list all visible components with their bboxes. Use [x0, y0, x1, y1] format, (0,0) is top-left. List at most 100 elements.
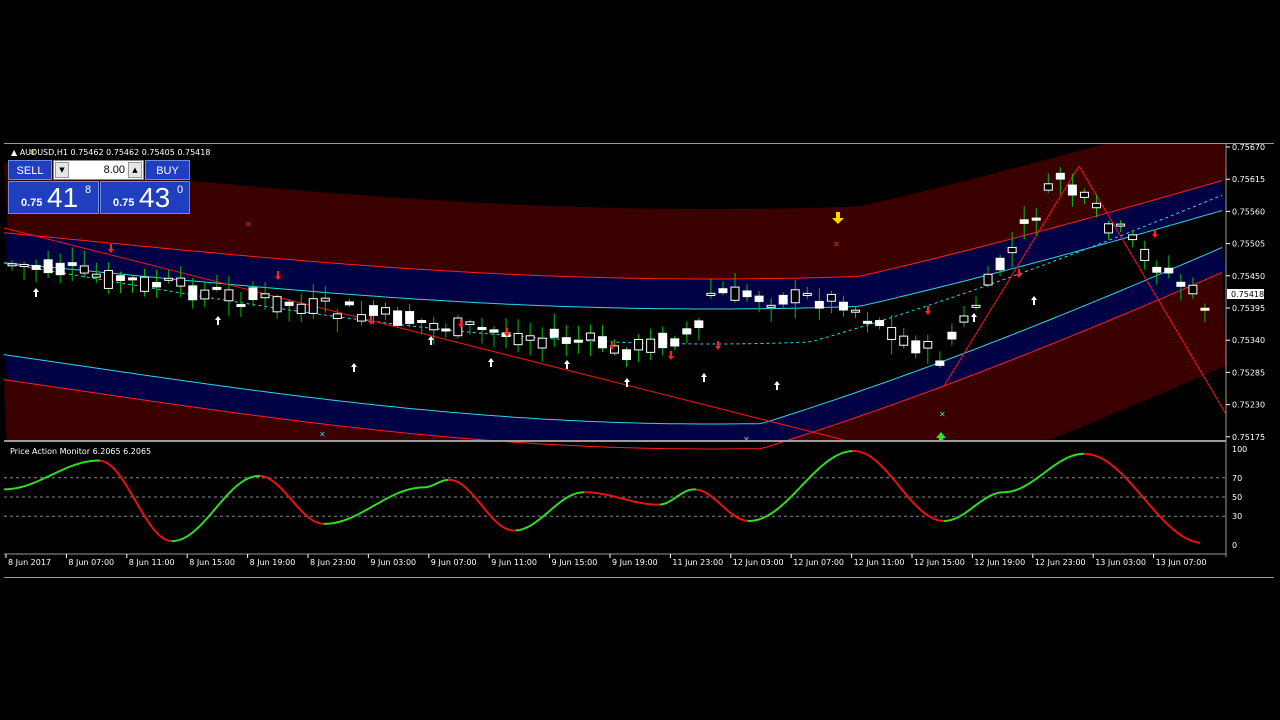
oscillator-segment — [71, 463, 77, 467]
oscillator-segment — [1087, 453, 1093, 456]
sell-button[interactable]: SELL — [8, 160, 52, 180]
candle-body — [1140, 248, 1150, 261]
candle-body — [308, 298, 318, 314]
chart-title: ▲ AUDUSD,H1 0.75462 0.75462 0.75405 0.75… — [11, 148, 210, 157]
oscillator-segment — [631, 500, 637, 503]
buy-arrow-icon — [1031, 296, 1037, 305]
candle-body — [959, 315, 969, 323]
oscillator-segment — [575, 491, 581, 495]
candle-body — [19, 263, 29, 267]
oscillator-segment — [607, 494, 613, 497]
candle-body — [1200, 307, 1210, 311]
candle-body — [995, 257, 1005, 271]
price-tick-label: 0.75670 — [1232, 144, 1265, 152]
chart-window[interactable]: ✕ ✕ ✕ ✕ ✕ ✕ 0.75670 0.75615 0.75560 0.75505 0.754… — [4, 143, 1274, 578]
candle-body — [1007, 246, 1017, 254]
oscillator-segment — [339, 519, 345, 523]
candle-body — [1188, 284, 1198, 295]
time-tick-label: 8 Jun 11:00 — [129, 558, 175, 567]
candle-body — [1104, 223, 1114, 234]
candle-body — [272, 296, 282, 313]
oscillator-segment — [75, 462, 81, 466]
candle-body — [814, 300, 824, 309]
ohlc-label: 0.75462 0.75462 0.75405 0.75418 — [70, 148, 210, 157]
oscillator-segment — [515, 528, 521, 532]
time-tick-label: 8 Jun 23:00 — [310, 558, 356, 567]
price-tick-label: 0.75340 — [1232, 336, 1265, 345]
candle-body — [393, 310, 403, 326]
candle-body — [790, 289, 800, 304]
candle-body — [103, 269, 113, 289]
oscillator-segment — [847, 449, 853, 453]
oscillator-segment — [247, 475, 253, 480]
candle-body — [7, 263, 17, 267]
cross-marker-icon: ✕ — [833, 240, 840, 249]
time-tick-label: 12 Jun 07:00 — [793, 558, 844, 567]
price-tick-label: 0.75395 — [1232, 304, 1265, 313]
oscillator-segment — [251, 475, 257, 478]
sell-arrow-icon — [668, 351, 674, 360]
candle-body — [188, 285, 198, 301]
oscillator-segment — [615, 496, 621, 500]
cross-marker-icon: ✕ — [743, 435, 750, 444]
candle-body — [91, 273, 101, 278]
buy-arrow-icon — [215, 316, 221, 325]
candle-body — [1067, 184, 1077, 196]
oscillator-segment — [439, 479, 445, 483]
buy-button[interactable]: BUY — [145, 160, 190, 180]
candle-body — [899, 335, 909, 346]
oscillator-segment — [519, 527, 525, 531]
symbol-label: AUDUSD,H1 — [20, 148, 68, 157]
candle-body — [296, 303, 306, 314]
candle-body — [766, 304, 776, 308]
lot-decrease-button[interactable]: ▼ — [55, 162, 69, 178]
time-tick-label: 8 Jun 15:00 — [189, 558, 235, 567]
oscillator-segment — [23, 484, 29, 488]
lot-increase-button[interactable]: ▲ — [128, 162, 142, 178]
cross-marker-icon: ✕ — [319, 430, 326, 439]
candle-body — [887, 326, 897, 340]
oscillator-segment — [19, 485, 25, 489]
oscillator-segment — [175, 538, 181, 542]
candle-body — [1031, 217, 1041, 221]
candle-body — [320, 297, 330, 302]
oscillator-segment — [1195, 541, 1201, 544]
buy-price-big: 43 — [139, 182, 171, 213]
time-tick-label: 12 Jun 23:00 — [1035, 558, 1086, 567]
sell-arrow-icon — [715, 341, 721, 350]
sell-price-box[interactable]: 0.75 41 8 — [8, 181, 99, 214]
oscillator-segment — [635, 501, 641, 504]
oscillator-segment — [639, 501, 645, 505]
oscillator-segment — [743, 519, 749, 522]
oscillator-segment — [11, 487, 17, 490]
candle-body — [742, 290, 752, 298]
buy-arrow-icon — [774, 381, 780, 390]
cross-marker-icon: ✕ — [245, 220, 252, 229]
oscillator-segment — [995, 491, 1001, 495]
lot-size-field[interactable]: ▼ 8.00 ▲ — [53, 160, 144, 180]
candle-body — [670, 338, 680, 347]
price-chart[interactable]: ✕✕✕✕✕✕ 0.756700.756150.755600.755050.754… — [4, 144, 1274, 577]
current-price-label: 0.75418 — [1231, 290, 1264, 299]
oscillator-segment — [623, 498, 629, 502]
oscillator-segment — [947, 518, 953, 522]
lot-size-value[interactable]: 8.00 — [70, 161, 127, 179]
buy-price-box[interactable]: 0.75 43 0 — [100, 181, 190, 214]
time-tick-label: 11 Jun 23:00 — [672, 558, 723, 567]
cross-marker-icon: ✕ — [939, 410, 946, 419]
oscillator-segment — [659, 502, 665, 506]
oscillator-segment — [951, 517, 957, 521]
buy-arrow-icon — [971, 313, 977, 322]
oscillator-segment — [83, 460, 89, 464]
candle-body — [489, 329, 499, 333]
time-tick-label: 12 Jun 15:00 — [914, 558, 965, 567]
candle-body — [971, 304, 981, 308]
candle-body — [224, 289, 234, 302]
oscillator-segment — [407, 487, 413, 491]
oscillator-segment — [843, 450, 849, 454]
sell-arrow-icon — [925, 306, 931, 315]
buy-price-prefix: 0.75 — [113, 197, 135, 209]
level-label: 70 — [1232, 474, 1242, 483]
oscillator-segment — [15, 486, 21, 490]
oscillator-segment — [595, 491, 601, 495]
